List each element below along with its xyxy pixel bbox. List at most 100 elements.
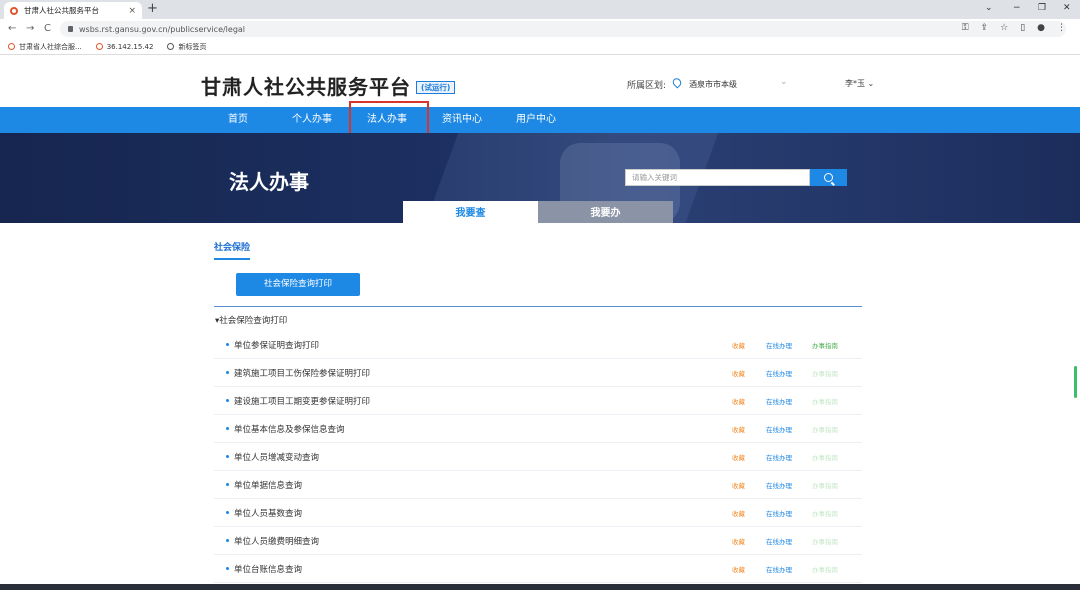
guide-link[interactable]: 办事指南: [812, 368, 838, 378]
bullet-icon: [226, 427, 229, 430]
url-text: wsbs.rst.gansu.gov.cn/publicservice/lega…: [79, 24, 246, 34]
side-panel-icon[interactable]: ▯: [1020, 23, 1025, 33]
close-tab-icon[interactable]: ×: [128, 6, 136, 16]
favorite-link[interactable]: 收藏: [732, 508, 745, 518]
bookmark-star-icon[interactable]: ☆: [1000, 23, 1008, 33]
favorite-link[interactable]: 收藏: [732, 424, 745, 434]
guide-link[interactable]: 办事指南: [812, 480, 838, 490]
guide-link[interactable]: 办事指南: [812, 396, 838, 406]
list-item: 单位参保证明查询打印 收藏 在线办理 办事指南: [214, 331, 862, 359]
online-handle-link[interactable]: 在线办理: [766, 368, 792, 378]
bookmark-item[interactable]: 36.142.15.42: [95, 43, 153, 51]
service-name[interactable]: 建设施工项目工期变更参保证明打印: [234, 395, 370, 407]
service-name[interactable]: 单位人员增减变动查询: [234, 451, 319, 463]
key-icon[interactable]: ⚿: [962, 23, 969, 33]
favorite-link[interactable]: 收藏: [732, 340, 745, 350]
bookmarks-bar: 甘肃省人社综合服... 36.142.15.42 新标签页: [0, 39, 1080, 55]
list-item: 单位台账信息查询 收藏 在线办理 办事指南: [214, 555, 862, 583]
online-handle-link[interactable]: 在线办理: [766, 564, 792, 574]
address-bar[interactable]: wsbs.rst.gansu.gov.cn/publicservice/lega…: [60, 21, 1066, 37]
search-input[interactable]: 请输入关键词: [625, 169, 810, 186]
guide-link[interactable]: 办事指南: [812, 564, 838, 574]
list-item: 单位人员缴费明细查询 收藏 在线办理 办事指南: [214, 527, 862, 555]
back-icon[interactable]: ←: [8, 23, 16, 34]
bullet-icon: [226, 343, 229, 346]
bookmark-item[interactable]: 甘肃省人社综合服...: [8, 42, 82, 52]
tab-query[interactable]: 我要查: [403, 201, 538, 223]
guide-link[interactable]: 办事指南: [812, 452, 838, 462]
forward-icon[interactable]: →: [26, 23, 34, 34]
guide-link[interactable]: 办事指南: [812, 508, 838, 518]
bullet-icon: [226, 483, 229, 486]
bullet-icon: [226, 455, 229, 458]
favorite-link[interactable]: 收藏: [732, 452, 745, 462]
nav-home[interactable]: 首页: [228, 107, 248, 133]
group-title[interactable]: ▾社会保险查询打印: [215, 314, 287, 326]
favorite-link[interactable]: 收藏: [732, 480, 745, 490]
share-icon[interactable]: ⇪: [981, 23, 989, 33]
favorite-link[interactable]: 收藏: [732, 564, 745, 574]
bullet-icon: [226, 371, 229, 374]
service-list: 单位参保证明查询打印 收藏 在线办理 办事指南 建筑施工项目工伤保险参保证明打印…: [214, 331, 862, 583]
favorite-link[interactable]: 收藏: [732, 536, 745, 546]
browser-toolbar: ← → C wsbs.rst.gansu.gov.cn/publicservic…: [0, 19, 1080, 39]
service-name[interactable]: 单位台账信息查询: [234, 563, 302, 575]
user-menu[interactable]: 李*玉 ⌄: [845, 78, 874, 89]
page-banner: 法人办事 请输入关键词 我要查 我要办: [0, 133, 1080, 223]
bullet-icon: [226, 399, 229, 402]
tab-apply[interactable]: 我要办: [538, 201, 673, 223]
online-handle-link[interactable]: 在线办理: [766, 480, 792, 490]
list-item: 单位基本信息及参保信息查询 收藏 在线办理 办事指南: [214, 415, 862, 443]
site-title[interactable]: 甘肃人社公共服务平台: [201, 71, 411, 100]
service-name[interactable]: 单位基本信息及参保信息查询: [234, 423, 345, 435]
new-tab-button[interactable]: +: [147, 1, 158, 16]
browser-tabbar: 甘肃人社公共服务平台 × + ⌄ − ❐ ✕: [0, 0, 1080, 19]
favorite-link[interactable]: 收藏: [732, 368, 745, 378]
guide-link[interactable]: 办事指南: [812, 424, 838, 434]
tab-search-icon[interactable]: ⌄: [985, 3, 993, 13]
favorite-link[interactable]: 收藏: [732, 396, 745, 406]
reload-icon[interactable]: C: [44, 23, 51, 34]
search-button[interactable]: [810, 169, 847, 186]
bookmark-item[interactable]: 新标签页: [167, 42, 206, 52]
social-insurance-print-button[interactable]: 社会保险查询打印: [236, 273, 360, 296]
close-window-button[interactable]: ✕: [1063, 3, 1071, 13]
bullet-icon: [226, 539, 229, 542]
scrollbar-thumb[interactable]: [1074, 366, 1077, 398]
search-icon: [824, 173, 833, 182]
service-name[interactable]: 单位人员缴费明细查询: [234, 535, 319, 547]
nav-news-center[interactable]: 资讯中心: [442, 107, 482, 133]
maximize-button[interactable]: ❐: [1038, 3, 1046, 13]
online-handle-link[interactable]: 在线办理: [766, 396, 792, 406]
nav-user-center[interactable]: 用户中心: [516, 107, 556, 133]
globe-icon: [167, 43, 175, 50]
browser-tab[interactable]: 甘肃人社公共服务平台 ×: [4, 2, 142, 19]
service-name[interactable]: 单位单据信息查询: [234, 479, 302, 491]
online-handle-link[interactable]: 在线办理: [766, 536, 792, 546]
online-handle-link[interactable]: 在线办理: [766, 452, 792, 462]
list-item: 单位人员增减变动查询 收藏 在线办理 办事指南: [214, 443, 862, 471]
nav-personal-services[interactable]: 个人办事: [292, 107, 332, 133]
online-handle-link[interactable]: 在线办理: [766, 508, 792, 518]
guide-link[interactable]: 办事指南: [812, 536, 838, 546]
trial-badge: (试运行): [416, 81, 456, 94]
online-handle-link[interactable]: 在线办理: [766, 340, 792, 350]
service-name[interactable]: 建筑施工项目工伤保险参保证明打印: [234, 367, 370, 379]
menu-icon[interactable]: ⋮: [1057, 23, 1066, 33]
service-name[interactable]: 单位人员基数查询: [234, 507, 302, 519]
minimize-button[interactable]: −: [1013, 3, 1021, 13]
service-name[interactable]: 单位参保证明查询打印: [234, 339, 319, 351]
guide-link[interactable]: 办事指南: [812, 340, 838, 350]
tab-social-insurance[interactable]: 社会保险: [214, 240, 251, 260]
toolbar-icons: ⚿ ⇪ ☆ ▯ ● ⋮: [962, 23, 1066, 33]
chevron-down-icon[interactable]: ⌄: [780, 77, 788, 87]
bullet-icon: [226, 567, 229, 570]
region-select[interactable]: 酒泉市市本级: [689, 79, 737, 90]
lock-icon: [68, 26, 73, 32]
list-item: 单位人员基数查询 收藏 在线办理 办事指南: [214, 499, 862, 527]
profile-icon[interactable]: ●: [1037, 23, 1045, 33]
location-pin-icon: [670, 76, 684, 89]
online-handle-link[interactable]: 在线办理: [766, 424, 792, 434]
list-item: 建设施工项目工期变更参保证明打印 收藏 在线办理 办事指南: [214, 387, 862, 415]
site-header: 甘肃人社公共服务平台 (试运行) 所属区划: 酒泉市市本级 ⌄ 李*玉 ⌄: [0, 56, 1080, 107]
